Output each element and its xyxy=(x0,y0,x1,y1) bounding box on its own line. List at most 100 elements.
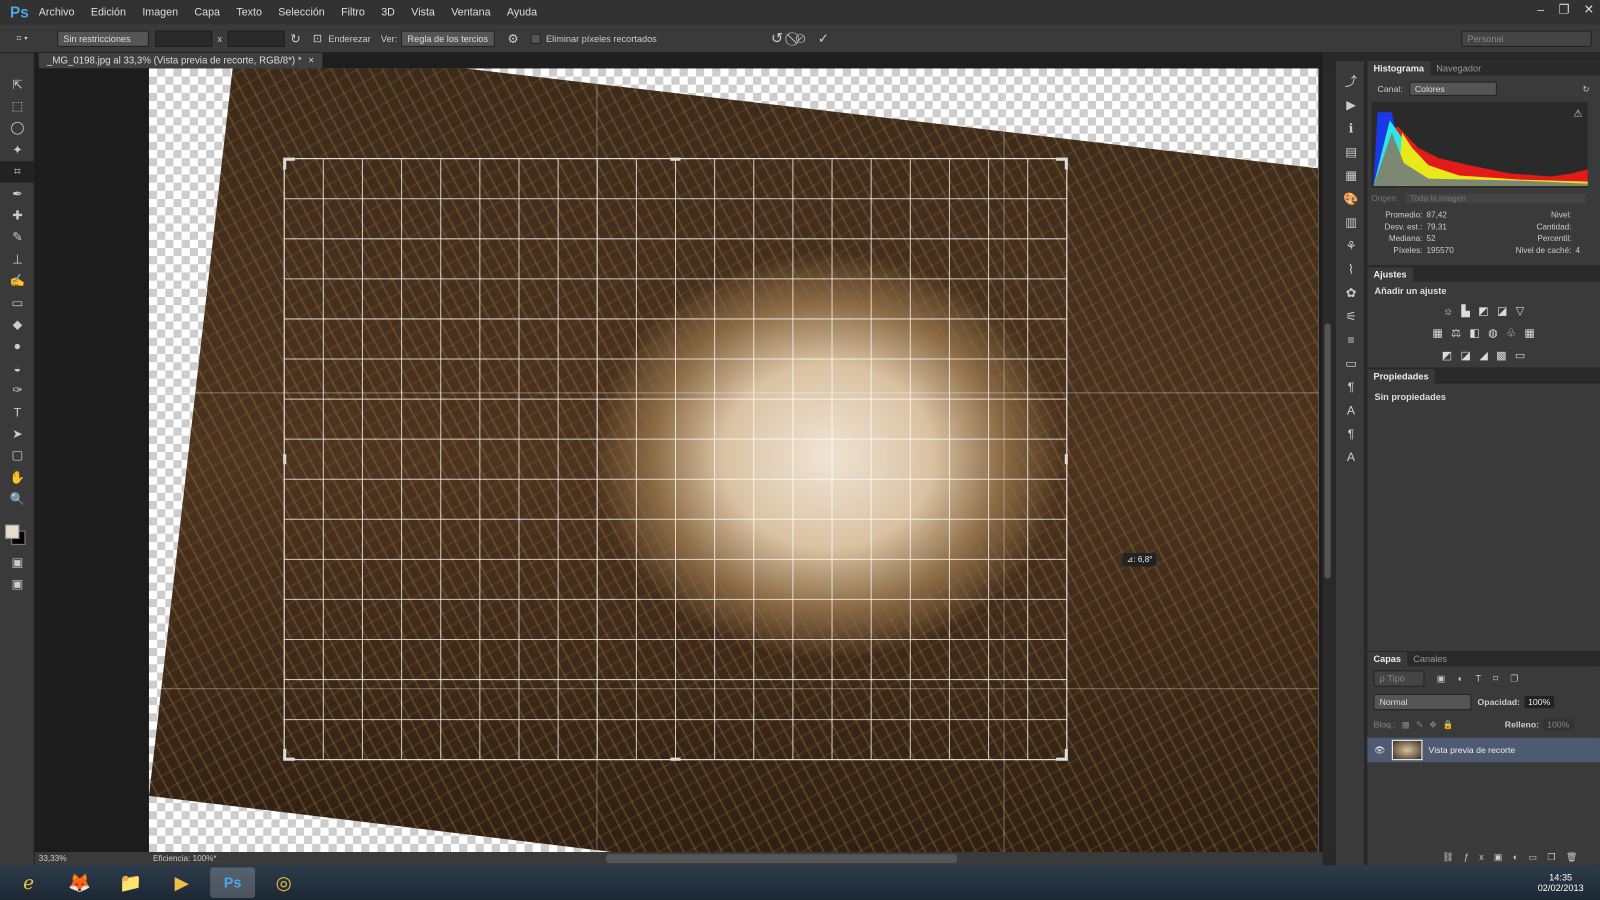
menu-filtro[interactable]: Filtro xyxy=(341,6,365,18)
dodge-tool-icon[interactable]: ◒ xyxy=(0,357,35,379)
cancel-icon[interactable]: ⃠⊘ xyxy=(795,30,805,46)
move-tool-icon[interactable]: ⇱ xyxy=(0,73,35,95)
color-panel-icon[interactable]: 🎨 xyxy=(1336,187,1367,210)
crop-tool-icon[interactable]: ⌗ xyxy=(0,160,35,183)
taskbar-app-icon[interactable]: ◎ xyxy=(261,867,306,898)
tab-channels[interactable]: Canales xyxy=(1407,652,1453,666)
taskbar-explorer-icon[interactable]: 📁 xyxy=(108,867,153,898)
pen-tool-icon[interactable]: ✑ xyxy=(0,379,35,401)
para-styles-panel-icon[interactable]: ¶ xyxy=(1336,421,1367,444)
channel-select[interactable]: Colores xyxy=(1408,81,1497,96)
shape-tool-icon[interactable]: ▢ xyxy=(0,445,35,467)
bucket-tool-icon[interactable]: ◆ xyxy=(0,314,35,336)
menu-3d[interactable]: 3D xyxy=(381,6,395,18)
notes-panel-icon[interactable]: ▤ xyxy=(1336,140,1367,163)
brightness-adjustment-icon[interactable]: ☼ xyxy=(1443,305,1453,317)
brush-panel-icon[interactable]: ✿ xyxy=(1336,281,1367,304)
workspace-select[interactable]: Personal xyxy=(1461,30,1592,47)
styles-panel-icon[interactable]: ⚘ xyxy=(1336,234,1367,257)
layer-name[interactable]: Vista previa de recorte xyxy=(1429,745,1516,755)
tab-properties[interactable]: Propiedades xyxy=(1367,369,1435,384)
taskbar-photoshop-icon[interactable]: Ps xyxy=(210,867,256,898)
eyedropper-tool-icon[interactable]: ✒ xyxy=(0,183,35,205)
document-tab[interactable]: _MG_0198.jpg al 33,3% (Vista previa de r… xyxy=(38,53,323,69)
tab-adjustments[interactable]: Ajustes xyxy=(1367,267,1413,282)
path-select-tool-icon[interactable]: ➤ xyxy=(0,423,35,445)
layer-filter-select[interactable]: ρ Tipo xyxy=(1373,670,1425,687)
layers-footer-icons[interactable]: ⛓ƒx▣◐▭❐🗑 xyxy=(1442,852,1588,863)
info-panel-icon[interactable]: ℹ xyxy=(1336,116,1367,139)
hand-tool-icon[interactable]: ✋ xyxy=(0,466,35,488)
menu-vista[interactable]: Vista xyxy=(411,6,435,18)
invert-adjustment-icon[interactable]: ◩ xyxy=(1442,350,1453,362)
menu-ayuda[interactable]: Ayuda xyxy=(507,6,537,18)
blend-mode-select[interactable]: Normal xyxy=(1373,693,1472,711)
tool-presets-panel-icon[interactable]: ⚟ xyxy=(1336,304,1367,327)
posterize-adjustment-icon[interactable]: ◪ xyxy=(1461,350,1472,362)
menu-archivo[interactable]: Archivo xyxy=(39,6,75,18)
layer-row[interactable]: 👁 Vista previa de recorte xyxy=(1367,737,1600,763)
filter-pixel-icon[interactable]: ▣ xyxy=(1437,673,1446,684)
paths-panel-icon[interactable]: ⌇ xyxy=(1336,257,1367,280)
minimize-button[interactable]: – xyxy=(1537,2,1544,16)
filter-shape-icon[interactable]: ⌑ xyxy=(1493,673,1498,684)
levels-adjustment-icon[interactable]: ▙ xyxy=(1461,305,1470,317)
bw-adjustment-icon[interactable]: ◧ xyxy=(1469,328,1480,340)
canvas[interactable]: ⊿: 6,8° xyxy=(34,68,1323,853)
delete-pixels-checkbox[interactable] xyxy=(530,33,541,44)
straighten-icon[interactable]: ⊡ xyxy=(313,32,322,45)
curves-adjustment-icon[interactable]: ◩ xyxy=(1478,305,1489,317)
menu-edición[interactable]: Edición xyxy=(91,6,126,18)
horizontal-scrollbar[interactable] xyxy=(606,854,958,864)
blur-tool-icon[interactable]: ● xyxy=(0,335,35,357)
lock-icons[interactable]: ▦✎✥🔒 xyxy=(1402,719,1460,730)
healing-tool-icon[interactable]: ✚ xyxy=(0,204,35,226)
filter-type-icon[interactable]: T xyxy=(1475,673,1481,683)
lookup-adjustment-icon[interactable]: ▦ xyxy=(1524,328,1535,340)
taskbar-media-player-icon[interactable]: ▶ xyxy=(159,867,204,898)
gear-icon[interactable]: ⚙ xyxy=(507,31,518,45)
swatches-panel-icon[interactable]: ▥ xyxy=(1336,210,1367,233)
efficiency-info[interactable]: Eficiencia: 100%* xyxy=(153,854,217,863)
visibility-eye-icon[interactable]: 👁 xyxy=(1367,744,1391,755)
clock[interactable]: 14:35 02/02/2013 xyxy=(1538,872,1584,892)
filter-adjust-icon[interactable]: ◐ xyxy=(1458,673,1464,683)
selective-color-adjustment-icon[interactable]: ▩ xyxy=(1496,350,1507,362)
tab-layers[interactable]: Capas xyxy=(1367,652,1408,667)
mixer-adjustment-icon[interactable]: ♧ xyxy=(1506,328,1516,340)
layer-comps-panel-icon[interactable]: ▭ xyxy=(1336,351,1367,374)
crop-tool-icon[interactable]: ⌗ ▾ xyxy=(16,33,47,44)
eraser-tool-icon[interactable]: ▭ xyxy=(0,292,35,314)
history-brush-tool-icon[interactable]: ✍ xyxy=(0,270,35,292)
tab-histogram[interactable]: Histograma xyxy=(1367,61,1431,76)
marquee-tool-icon[interactable]: ⬚ xyxy=(0,95,35,117)
menu-texto[interactable]: Texto xyxy=(236,6,262,18)
lasso-tool-icon[interactable]: ◯ xyxy=(0,117,35,139)
menu-capa[interactable]: Capa xyxy=(194,6,220,18)
brush-tool-icon[interactable]: ✎ xyxy=(0,226,35,248)
overlay-select[interactable]: Regla de los tercios xyxy=(401,30,496,47)
adjust-panel-icon[interactable]: ≡ xyxy=(1336,328,1367,351)
vibrance-adjustment-icon[interactable]: ▽ xyxy=(1516,305,1525,317)
vertical-scrollbar[interactable] xyxy=(1322,68,1333,853)
stamp-tool-icon[interactable]: ⊥ xyxy=(0,248,35,270)
type-tool-icon[interactable]: T xyxy=(0,401,35,423)
filter-smart-icon[interactable]: ❐ xyxy=(1510,673,1518,684)
hue-adjustment-icon[interactable]: ▦ xyxy=(1432,328,1443,340)
quick-mask-icon[interactable]: ▣ xyxy=(0,551,35,573)
balance-adjustment-icon[interactable]: ⚖ xyxy=(1451,328,1461,340)
commit-icon[interactable]: ✓ xyxy=(818,30,829,46)
menu-imagen[interactable]: Imagen xyxy=(142,6,178,18)
ratio-select[interactable]: Sin restricciones xyxy=(57,30,149,47)
threshold-adjustment-icon[interactable]: ◢ xyxy=(1479,350,1488,362)
magic-wand-tool-icon[interactable]: ✦ xyxy=(0,139,35,161)
screen-mode-icon[interactable]: ▣ xyxy=(0,573,35,595)
crop-overlay[interactable] xyxy=(35,68,1323,853)
menu-selección[interactable]: Selección xyxy=(278,6,324,18)
straighten-label[interactable]: Enderezar xyxy=(328,33,370,43)
paragraph-panel-icon[interactable]: ¶ xyxy=(1336,374,1367,397)
close-tab-icon[interactable]: × xyxy=(308,55,314,66)
gradient-map-adjustment-icon[interactable]: ▭ xyxy=(1515,350,1526,362)
tab-navigator[interactable]: Navegador xyxy=(1430,61,1487,75)
close-button[interactable]: ✕ xyxy=(1584,2,1594,16)
